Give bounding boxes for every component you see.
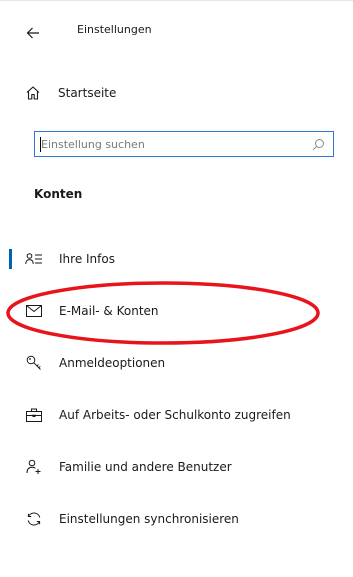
sidebar-item-label: E-Mail- & Konten	[59, 304, 159, 318]
sidebar-item-label: Einstellungen synchronisieren	[59, 512, 239, 526]
sidebar-item-label: Anmeldeoptionen	[59, 356, 166, 370]
home-label: Startseite	[58, 86, 117, 100]
sync-icon	[22, 507, 46, 531]
back-button[interactable]	[20, 20, 46, 46]
search-input[interactable]	[35, 136, 307, 152]
text-caret	[40, 137, 41, 152]
search-field[interactable]	[34, 131, 334, 157]
sidebar-item-label: Familie und andere Benutzer	[59, 460, 232, 474]
sidebar-item-ihre-infos[interactable]: Ihre Infos	[0, 233, 353, 285]
search-icon[interactable]	[307, 133, 329, 155]
key-icon	[22, 351, 46, 375]
sidebar-nav: Ihre Infos E-Mail- & Konten Anmeldeoptio…	[0, 233, 353, 545]
sidebar-item-familie[interactable]: Familie und andere Benutzer	[0, 441, 353, 493]
active-indicator	[9, 249, 12, 269]
back-arrow-icon	[26, 27, 39, 39]
section-heading: Konten	[34, 187, 83, 201]
home-link[interactable]: Startseite	[20, 78, 320, 108]
sidebar-item-anmeldeoptionen[interactable]: Anmeldeoptionen	[0, 337, 353, 389]
person-list-icon	[22, 247, 46, 271]
sidebar-item-email-konten[interactable]: E-Mail- & Konten	[0, 285, 353, 337]
sidebar-item-label: Auf Arbeits- oder Schulkonto zugreifen	[59, 408, 291, 422]
sidebar-item-arbeitskonto[interactable]: Auf Arbeits- oder Schulkonto zugreifen	[0, 389, 353, 441]
app-title: Einstellungen	[77, 23, 152, 36]
sidebar-item-label: Ihre Infos	[59, 252, 115, 266]
window-top-edge	[0, 0, 353, 1]
mail-icon	[22, 299, 46, 323]
sidebar-item-synchronisieren[interactable]: Einstellungen synchronisieren	[0, 493, 353, 545]
add-person-icon	[22, 455, 46, 479]
home-icon	[20, 80, 46, 106]
briefcase-icon	[22, 403, 46, 427]
